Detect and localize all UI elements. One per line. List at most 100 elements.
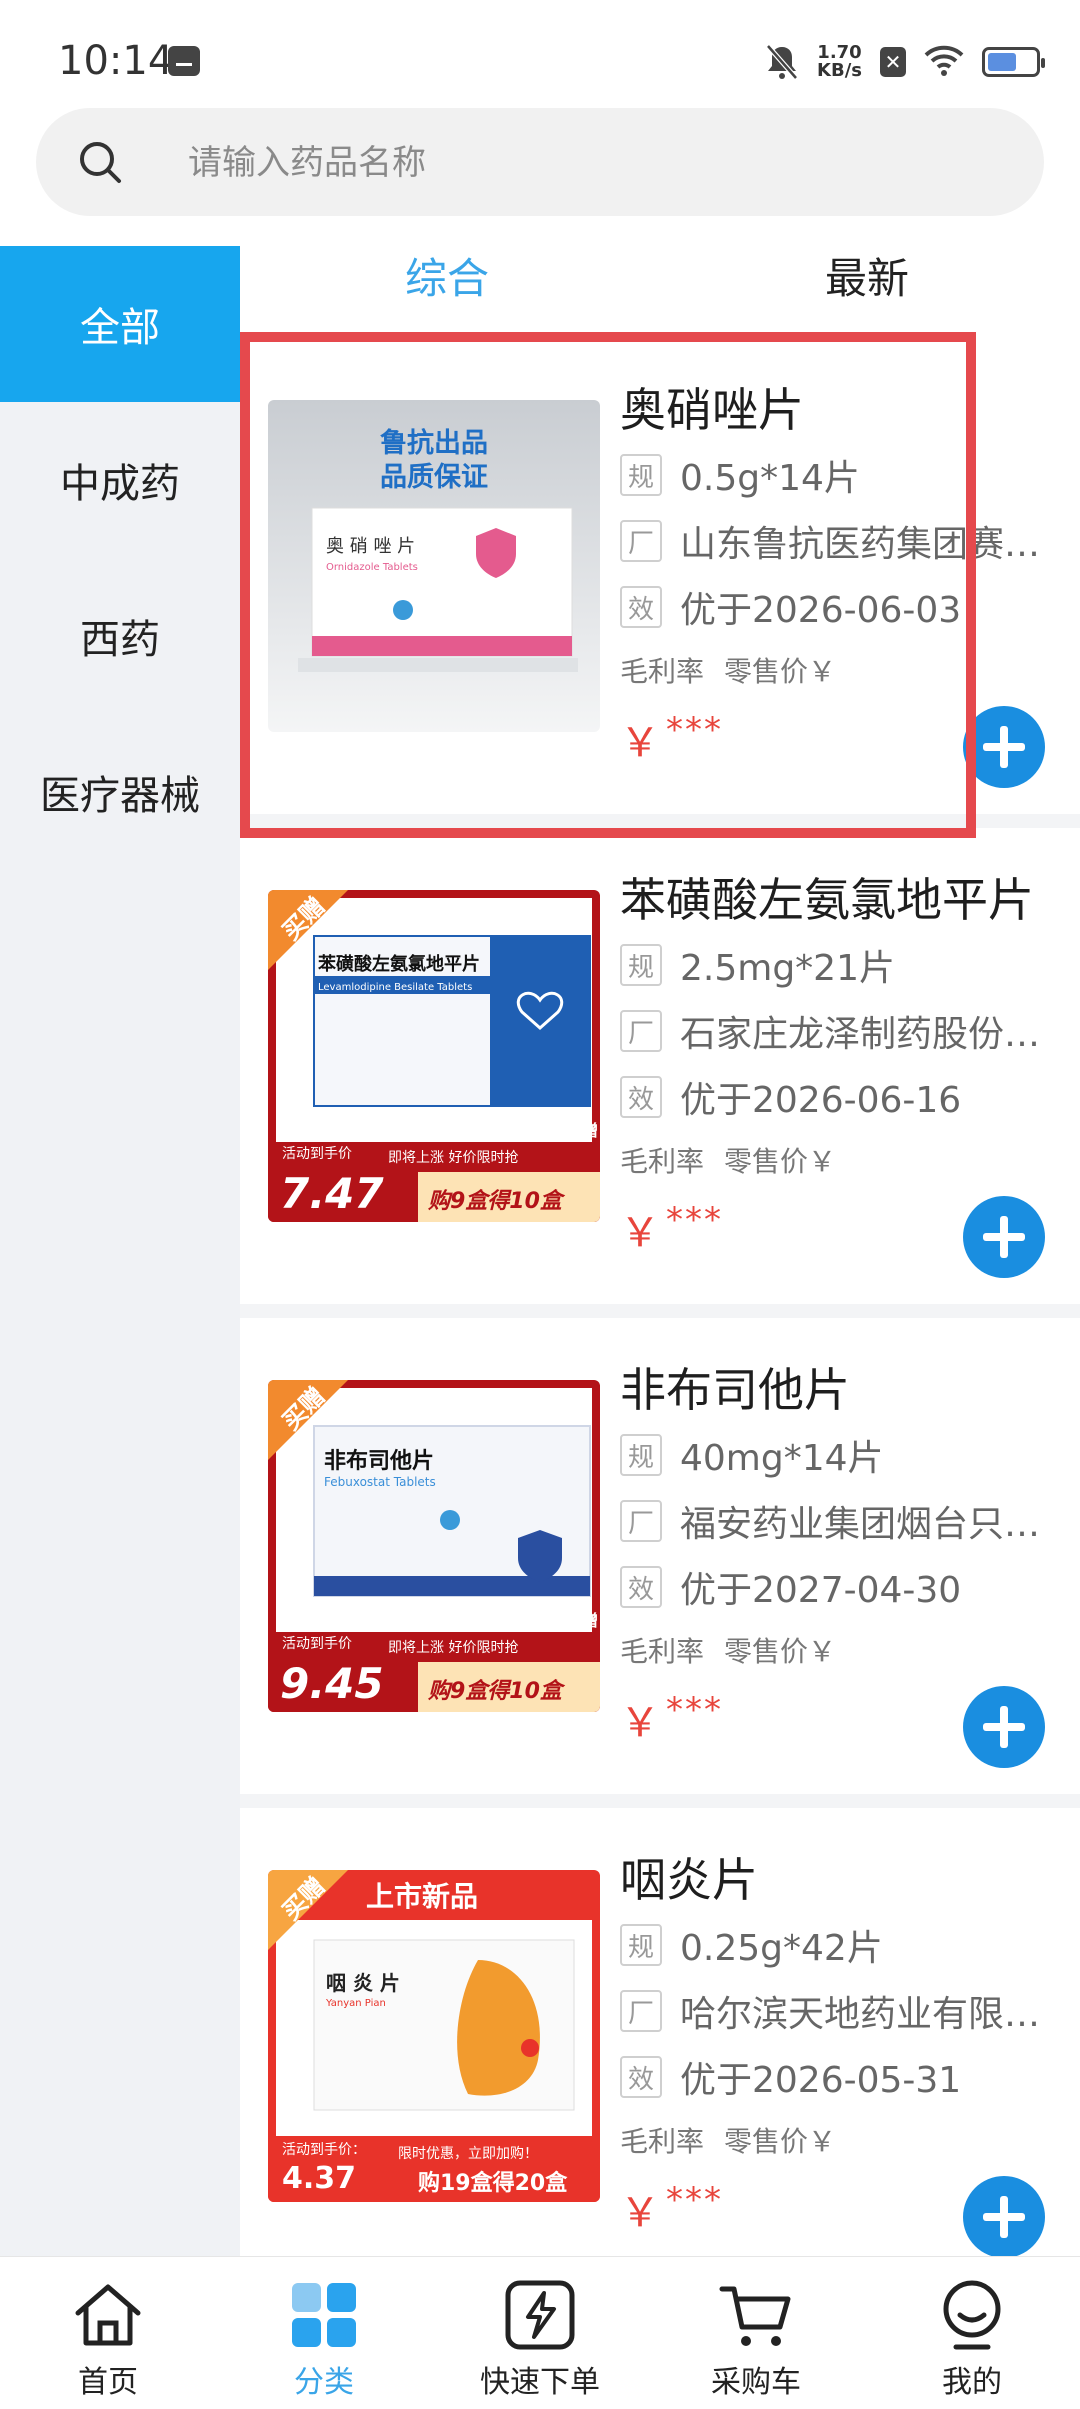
expiry-tag: 效 <box>620 2056 662 2098</box>
add-to-cart-button[interactable] <box>963 2176 1045 2256</box>
add-to-cart-button[interactable] <box>963 706 1045 788</box>
spec-tag: 规 <box>620 1434 662 1476</box>
image-box-title: 非布司他片 <box>324 1448 434 1474</box>
product-name[interactable]: 非布司他片 <box>620 1354 850 1420</box>
nav-home-label: 首页 <box>78 2365 138 2400</box>
image-promo-price: 9.45 <box>280 1659 384 1708</box>
spec-row: 规 2.5mg*21片 <box>620 940 895 990</box>
image-gift: 满赠 <box>566 1611 598 1630</box>
product-price: ￥ *** <box>620 1690 723 1748</box>
tab-latest[interactable]: 最新 <box>825 246 909 338</box>
image-box-title: 苯磺酸左氨氯地平片 <box>317 953 480 975</box>
image-promo-note: 即将上涨 好价限时抢 <box>388 1149 518 1166</box>
product-expiry: 优于2026-05-31 <box>680 2060 962 2101</box>
margin-line: 毛利率 零售价￥ <box>620 1140 836 1180</box>
category-icon <box>292 2283 356 2347</box>
product-name[interactable]: 奥硝唑片 <box>620 374 804 440</box>
image-box-title: 奥 硝 唑 片 <box>326 536 415 557</box>
image-deal: 购9盒得10盒 <box>427 1188 566 1214</box>
expiry-row: 效优于2026-06-03 <box>620 582 961 632</box>
product-image[interactable]: 苯磺酸左氨氯地平片 Levamlodipine Besilate Tablets… <box>268 890 600 1222</box>
image-box-title: 咽 炎 片 <box>326 1971 400 1995</box>
maker-tag: 厂 <box>620 1500 662 1542</box>
product-image[interactable]: 上市新品 咽 炎 片 Yanyan Pian 买赠 活动到手价： 4.37 限时… <box>268 1870 600 2202</box>
manufacturer-row: 厂石家庄龙泽制药股份… <box>620 1006 1040 1056</box>
manufacturer-row: 厂哈尔滨天地药业有限… <box>620 1986 1040 2036</box>
network-speed-unit: KB/s <box>817 60 862 81</box>
tab-comprehensive[interactable]: 综合 <box>405 246 489 338</box>
bottom-navigation: 首页 分类 快速下单 采购车 我的 <box>0 2256 1080 2409</box>
add-to-cart-button[interactable] <box>963 1686 1045 1768</box>
spec-tag: 规 <box>620 454 662 496</box>
category-sidebar: 全部 中成药 西药 医疗器械 <box>0 246 240 2256</box>
expiry-row: 效优于2026-06-16 <box>620 1072 961 1122</box>
product-list: 鲁抗出品 品质保证 奥 硝 唑 片 Ornidazole Tablets 奥硝唑… <box>240 338 1080 2256</box>
product-manufacturer: 山东鲁抗医药集团赛… <box>680 524 1041 565</box>
product-spec: 40mg*14片 <box>680 1438 884 1479</box>
spec-row: 规 40mg*14片 <box>620 1430 884 1480</box>
product-name[interactable]: 苯磺酸左氨氯地平片 <box>620 864 1034 930</box>
expiry-tag: 效 <box>620 1566 662 1608</box>
price-hidden: *** <box>666 1200 723 1240</box>
margin-line: 毛利率 零售价￥ <box>620 2120 836 2160</box>
margin-line: 毛利率 零售价￥ <box>620 1630 836 1670</box>
nav-quick-order[interactable]: 快速下单 <box>432 2257 648 2409</box>
add-to-cart-button[interactable] <box>963 1196 1045 1278</box>
image-promo-label: 活动到手价： <box>282 2142 366 2158</box>
product-card[interactable]: 苯磺酸左氨氯地平片 Levamlodipine Besilate Tablets… <box>240 828 1080 1304</box>
price-hidden: *** <box>666 2180 723 2220</box>
sort-tabs: 综合 最新 <box>240 246 1080 340</box>
sidebar-item-all[interactable]: 全部 <box>0 246 240 402</box>
price-symbol: ￥ <box>620 1210 660 1256</box>
product-price: ￥ *** <box>620 710 723 768</box>
product-card[interactable]: 鲁抗出品 品质保证 奥 硝 唑 片 Ornidazole Tablets 奥硝唑… <box>240 338 1080 814</box>
nav-category[interactable]: 分类 <box>216 2257 432 2409</box>
product-card[interactable]: 非布司他片 Febuxostat Tablets 买赠 活动到手价 9.45 即… <box>240 1318 1080 1794</box>
manufacturer-row: 厂福安药业集团烟台只… <box>620 1496 1040 1546</box>
nav-profile[interactable]: 我的 <box>864 2257 1080 2409</box>
image-deal: 购19盒得20盒 <box>418 2170 568 2196</box>
product-expiry: 优于2026-06-16 <box>680 1080 962 1121</box>
price-symbol: ￥ <box>620 720 660 766</box>
expiry-row: 效优于2026-05-31 <box>620 2052 961 2102</box>
spec-row: 规 0.25g*42片 <box>620 1920 883 1970</box>
product-price: ￥ *** <box>620 1200 723 1258</box>
status-time: 10:14 <box>58 38 174 84</box>
product-card[interactable]: 上市新品 咽 炎 片 Yanyan Pian 买赠 活动到手价： 4.37 限时… <box>240 1808 1080 2256</box>
nav-cart[interactable]: 采购车 <box>648 2257 864 2409</box>
status-bar: 10:14 1.70 KB/s ✕ <box>0 0 1080 110</box>
product-name[interactable]: 咽炎片 <box>620 1844 758 1910</box>
spec-tag: 规 <box>620 1924 662 1966</box>
network-speed: 1.70 KB/s <box>817 44 862 80</box>
product-expiry: 优于2027-04-30 <box>680 1570 962 1611</box>
search-input[interactable] <box>186 132 990 194</box>
profile-icon <box>943 2280 1001 2350</box>
image-promo-note: 即将上涨 好价限时抢 <box>388 1639 518 1656</box>
maker-tag: 厂 <box>620 1010 662 1052</box>
image-banner-2: 品质保证 <box>380 462 488 493</box>
expiry-tag: 效 <box>620 586 662 628</box>
product-spec: 0.25g*42片 <box>680 1928 883 1969</box>
wifi-icon <box>924 43 964 81</box>
cart-icon <box>719 2286 791 2346</box>
retail-label: 零售价￥ <box>724 1635 837 1668</box>
close-box-icon: ✕ <box>880 47 906 77</box>
nav-category-label: 分类 <box>294 2365 354 2400</box>
image-box-en: Yanyan Pian <box>325 1998 386 2009</box>
spec-row: 规 0.5g*14片 <box>620 450 860 500</box>
price-symbol: ￥ <box>620 1700 660 1746</box>
sidebar-item-chinese-medicine[interactable]: 中成药 <box>0 402 240 558</box>
product-image[interactable]: 鲁抗出品 品质保证 奥 硝 唑 片 Ornidazole Tablets <box>268 400 600 732</box>
sidebar-item-western-medicine[interactable]: 西药 <box>0 558 240 714</box>
product-manufacturer: 哈尔滨天地药业有限… <box>680 1994 1041 2035</box>
product-image[interactable]: 非布司他片 Febuxostat Tablets 买赠 活动到手价 9.45 即… <box>268 1380 600 1712</box>
spec-tag: 规 <box>620 944 662 986</box>
image-top-banner: 上市新品 <box>366 1880 478 1913</box>
maker-tag: 厂 <box>620 1990 662 2032</box>
nav-home[interactable]: 首页 <box>0 2257 216 2409</box>
expiry-row: 效优于2027-04-30 <box>620 1562 961 1612</box>
search-bar[interactable] <box>36 108 1044 216</box>
product-price: ￥ *** <box>620 2180 723 2238</box>
margin-label: 毛利率 <box>620 655 705 688</box>
sidebar-item-medical-devices[interactable]: 医疗器械 <box>0 714 240 870</box>
